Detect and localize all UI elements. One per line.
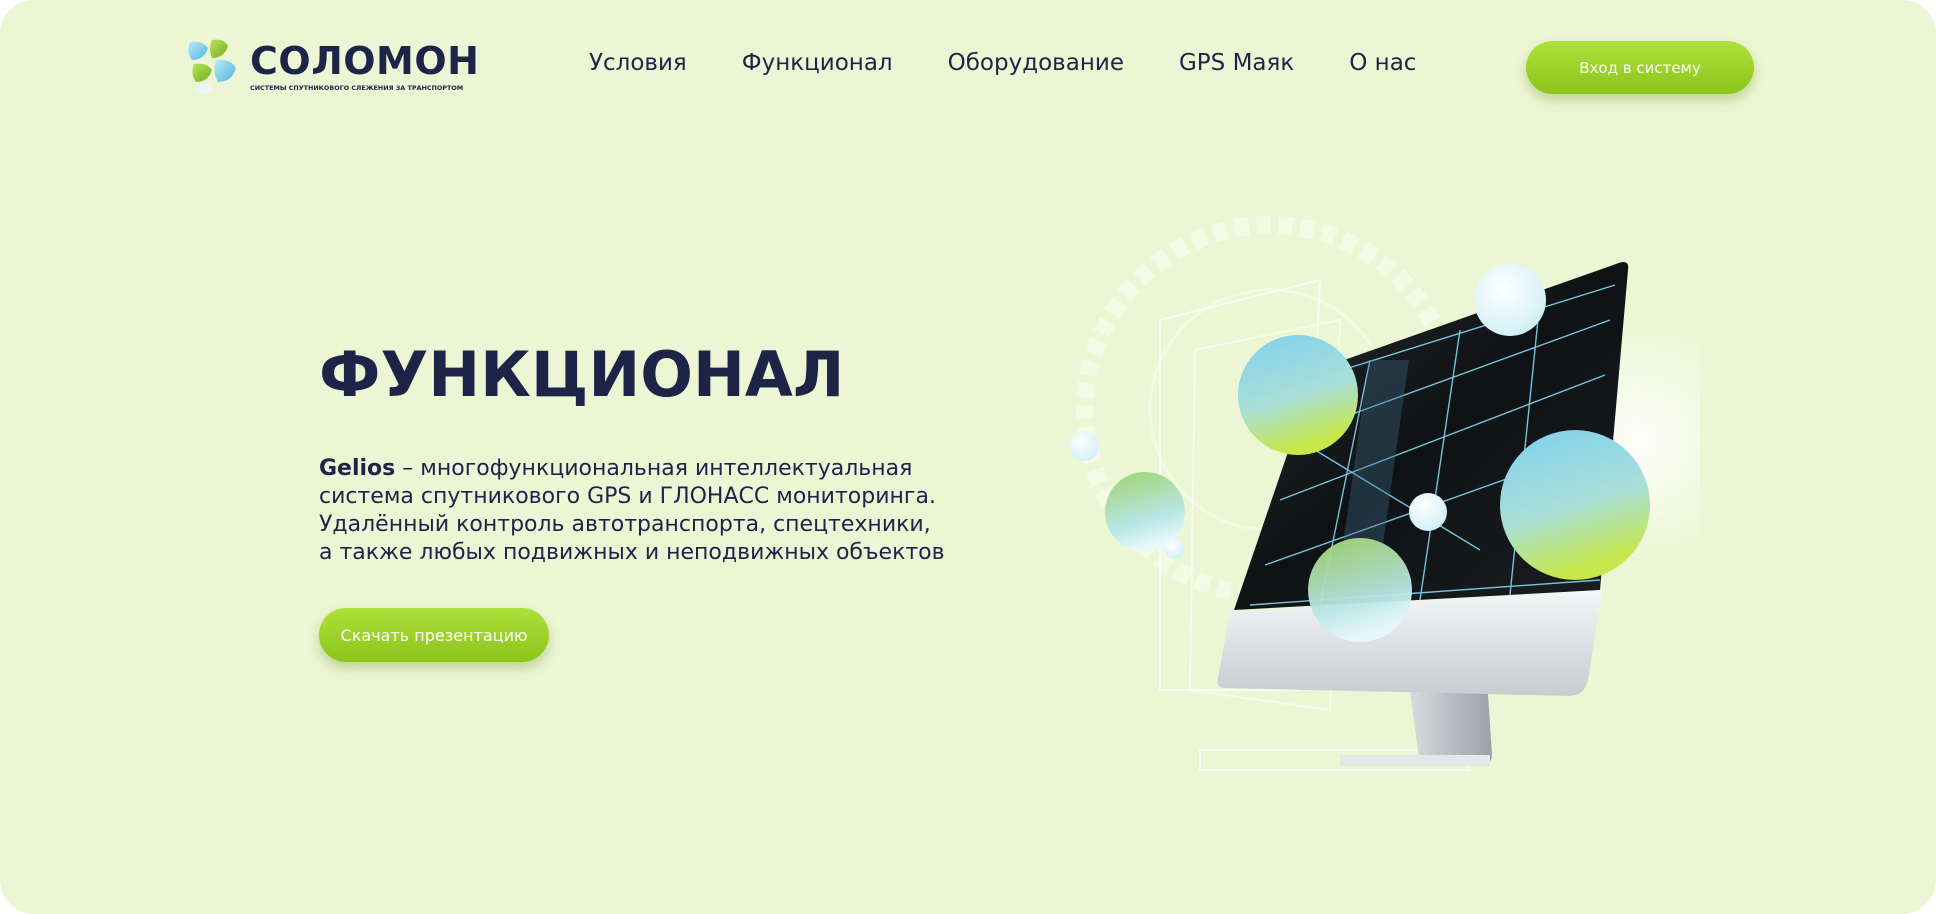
leaf-cluster-logo-icon xyxy=(188,39,236,95)
nav-item-gps-beacon[interactable]: GPS Маяк xyxy=(1179,50,1294,76)
brand-tagline: СИСТЕМЫ СПУТНИКОВОГО СЛЕЖЕНИЯ ЗА ТРАНСПО… xyxy=(250,84,464,92)
landing-page: СОЛОМОН СИСТЕМЫ СПУТНИКОВОГО СЛЕЖЕНИЯ ЗА… xyxy=(0,0,1936,914)
hero-desc-line-1-rest: – многофункциональная интеллектуальная xyxy=(395,456,913,481)
download-presentation-button[interactable]: Скачать презентацию xyxy=(319,608,549,662)
login-button[interactable]: Вход в систему xyxy=(1526,41,1754,94)
main-nav: Условия Функционал Оборудование GPS Маяк… xyxy=(589,50,1416,76)
logo-text: СОЛОМОН СИСТЕМЫ СПУТНИКОВОГО СЛЕЖЕНИЯ ЗА… xyxy=(250,42,479,92)
hero-desc-line-4: а также любых подвижных и неподвижных об… xyxy=(319,540,945,565)
hero-desc-line-3: Удалённый контроль автотранспорта, спецт… xyxy=(319,512,931,537)
hero-desc-line-2: система спутникового GPS и ГЛОНАСС монит… xyxy=(319,484,936,509)
monitor-with-spheres-illustration xyxy=(1069,216,1700,771)
hero-title: ФУНКЦИОНАЛ xyxy=(319,338,845,411)
nav-item-equipment[interactable]: Оборудование xyxy=(948,50,1124,76)
nav-item-about[interactable]: О нас xyxy=(1349,50,1416,76)
hero-desc-brand: Gelios xyxy=(319,456,396,481)
hero-description: Gelios – многофункциональная интеллектуа… xyxy=(319,455,959,567)
brand-logo[interactable]: СОЛОМОН СИСТЕМЫ СПУТНИКОВОГО СЛЕЖЕНИЯ ЗА… xyxy=(184,38,479,96)
nav-item-conditions[interactable]: Условия xyxy=(589,50,687,76)
hero-desc-line-1: Gelios – многофункциональная интеллектуа… xyxy=(319,455,959,483)
nav-item-features[interactable]: Функционал xyxy=(742,50,893,76)
brand-name: СОЛОМОН xyxy=(250,39,480,83)
